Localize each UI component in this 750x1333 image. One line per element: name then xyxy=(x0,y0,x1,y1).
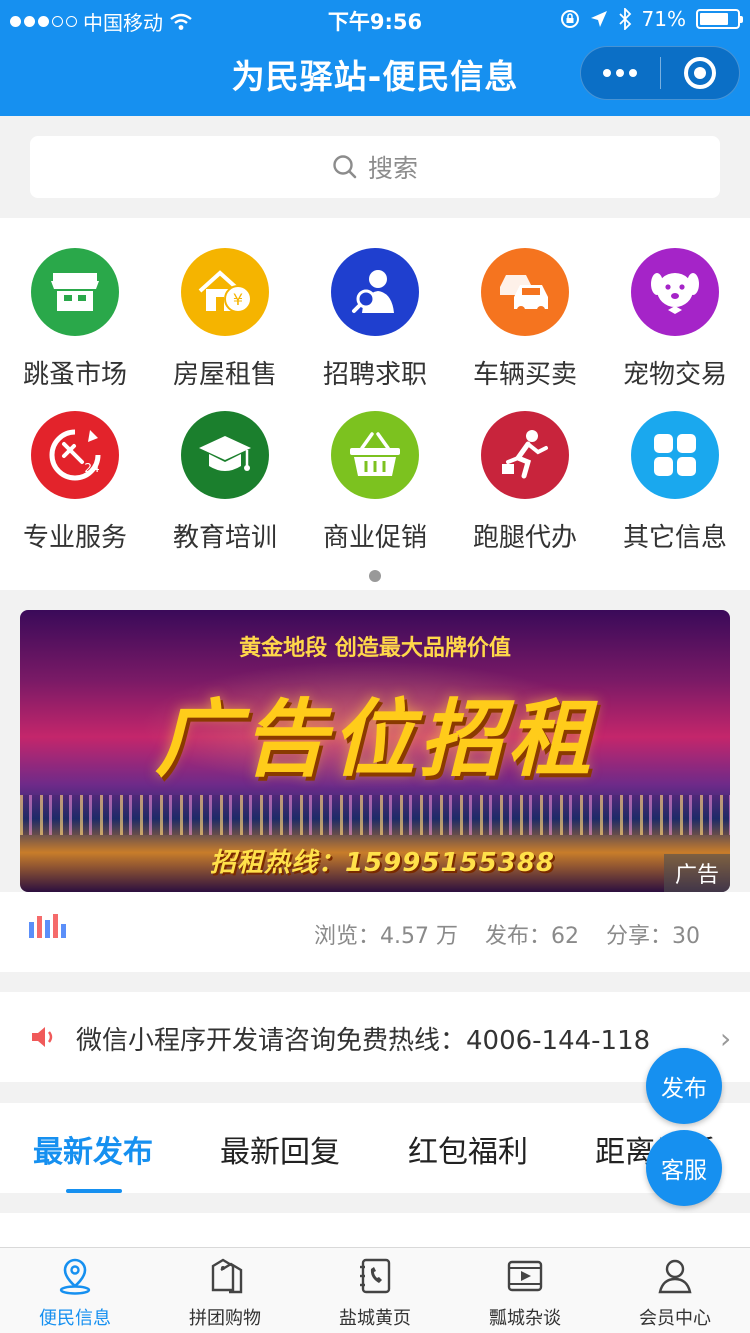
nav-convenience-info[interactable]: 便民信息 xyxy=(0,1254,150,1330)
nav-label: 瓢城杂谈 xyxy=(489,1308,561,1329)
top-bar: 中国移动 下午9:56 71% 为民驿站-便民信息 xyxy=(0,0,750,116)
search-placeholder: 搜索 xyxy=(367,154,418,183)
customer-service-button[interactable]: 客服 xyxy=(646,1130,722,1206)
tab-latest-posts[interactable]: 最新发布 xyxy=(33,1127,153,1171)
market-stall-icon xyxy=(31,248,119,336)
posts-count: 发布：62 xyxy=(485,924,579,949)
category-education[interactable]: 教育培训 xyxy=(150,411,300,571)
category-label: 跑腿代办 xyxy=(472,523,577,553)
more-menu-button[interactable] xyxy=(581,46,660,100)
job-search-icon xyxy=(331,248,419,336)
ad-banner[interactable]: 黄金地段 创造最大品牌价值 广告位招租 招租热线：15995155388 广告 xyxy=(20,610,730,892)
category-other[interactable]: 其它信息 xyxy=(600,411,750,571)
category-label: 教育培训 xyxy=(172,523,277,553)
bar-chart-icon xyxy=(29,914,66,938)
nav-label: 会员中心 xyxy=(639,1308,711,1329)
city-skyline-image xyxy=(20,795,730,835)
status-right: 71% xyxy=(560,7,743,31)
cars-icon xyxy=(481,248,569,336)
nav-label: 拼团购物 xyxy=(189,1308,261,1329)
category-errands[interactable]: 跑腿代办 xyxy=(450,411,600,571)
banner-tagline: 黄金地段 创造最大品牌价值 xyxy=(239,636,511,661)
category-label: 房屋租售 xyxy=(172,360,277,390)
battery-icon xyxy=(696,9,743,29)
page-indicator-dot xyxy=(369,570,381,582)
speaker-icon xyxy=(32,1027,53,1047)
search-input[interactable]: 搜索 xyxy=(30,136,720,198)
search-icon xyxy=(333,155,357,179)
category-jobs[interactable]: 招聘求职 xyxy=(300,248,450,408)
shopping-basket-icon xyxy=(331,411,419,499)
nav-yellow-pages[interactable]: 盐城黄页 xyxy=(300,1254,450,1330)
category-vehicles[interactable]: 车辆买卖 xyxy=(450,248,600,408)
person-icon xyxy=(653,1254,697,1298)
category-label: 商业促销 xyxy=(322,523,427,553)
service-24-icon: 24 xyxy=(31,411,119,499)
bluetooth-icon xyxy=(618,8,631,30)
category-pets[interactable]: 宠物交易 xyxy=(600,248,750,408)
status-bar: 中国移动 下午9:56 71% xyxy=(0,0,750,40)
active-tab-indicator xyxy=(66,1189,122,1193)
location-pin-icon xyxy=(53,1254,97,1298)
chevron-right-icon: › xyxy=(720,1022,732,1055)
shares-count: 分享：30 xyxy=(606,924,700,949)
banner-headline: 广告位招租 xyxy=(154,690,595,788)
banner-hotline: 招租热线：15995155388 xyxy=(210,848,555,878)
category-label: 车辆买卖 xyxy=(472,360,577,390)
category-label: 招聘求职 xyxy=(322,360,427,390)
views-count: 浏览：4.57 万 xyxy=(314,924,458,949)
close-mini-program-button[interactable] xyxy=(661,46,740,100)
nav-label: 盐城黄页 xyxy=(339,1308,411,1329)
battery-percent: 71% xyxy=(641,7,686,31)
grid-squares-icon xyxy=(631,411,719,499)
bottom-nav: 便民信息 拼团购物 盐城黄页 瓢城杂谈 会员中心 xyxy=(0,1247,750,1333)
svg-text:¥: ¥ xyxy=(233,290,243,309)
ad-tag: 广告 xyxy=(664,854,730,892)
category-housing[interactable]: ¥ 房屋租售 xyxy=(150,248,300,408)
category-label: 跳蚤市场 xyxy=(22,360,127,390)
location-arrow-icon xyxy=(590,11,607,27)
dog-icon xyxy=(631,248,719,336)
search-section: 搜索 xyxy=(0,116,750,218)
phone-book-icon xyxy=(353,1254,397,1298)
svg-text:24: 24 xyxy=(84,461,99,475)
target-circle-icon xyxy=(683,57,716,89)
publish-button[interactable]: 发布 xyxy=(646,1048,722,1124)
stats-row: 浏览：4.57 万 发布：62 分享：30 xyxy=(0,892,750,972)
category-label: 宠物交易 xyxy=(622,360,727,390)
category-label: 专业服务 xyxy=(22,523,127,553)
category-flea-market[interactable]: 跳蚤市场 xyxy=(0,248,150,408)
price-tags-icon xyxy=(203,1254,247,1298)
tab-latest-replies[interactable]: 最新回复 xyxy=(220,1127,340,1171)
runner-icon xyxy=(481,411,569,499)
category-grid: 跳蚤市场 ¥ 房屋租售 招聘求职 车辆买卖 宠物交易 24 专业服务 教育培训 … xyxy=(0,218,750,590)
category-promotions[interactable]: 商业促销 xyxy=(300,411,450,571)
video-play-icon xyxy=(503,1254,547,1298)
category-label: 其它信息 xyxy=(622,523,727,553)
post-list xyxy=(0,1213,750,1248)
house-price-icon: ¥ xyxy=(181,248,269,336)
category-pro-services[interactable]: 24 专业服务 xyxy=(0,411,150,571)
notice-bar[interactable]: 微信小程序开发请咨询免费热线：4006-144-118 › xyxy=(0,992,750,1082)
graduation-cap-icon xyxy=(181,411,269,499)
nav-member-center[interactable]: 会员中心 xyxy=(600,1254,750,1330)
nav-discussion[interactable]: 瓢城杂谈 xyxy=(450,1254,600,1330)
tab-bar: 最新发布 最新回复 红包福利 距离最近 xyxy=(0,1103,750,1193)
notice-text: 微信小程序开发请咨询免费热线：4006-144-118 xyxy=(76,1026,651,1056)
stats-text: 浏览：4.57 万 发布：62 分享：30 xyxy=(294,918,700,950)
nav-group-buy[interactable]: 拼团购物 xyxy=(150,1254,300,1330)
rotation-lock-icon xyxy=(560,10,579,28)
banner-section: 黄金地段 创造最大品牌价值 广告位招租 招租热线：15995155388 广告 xyxy=(0,590,750,892)
nav-label: 便民信息 xyxy=(39,1308,111,1329)
tab-red-packet[interactable]: 红包福利 xyxy=(408,1127,528,1171)
mini-program-capsule xyxy=(580,46,740,100)
